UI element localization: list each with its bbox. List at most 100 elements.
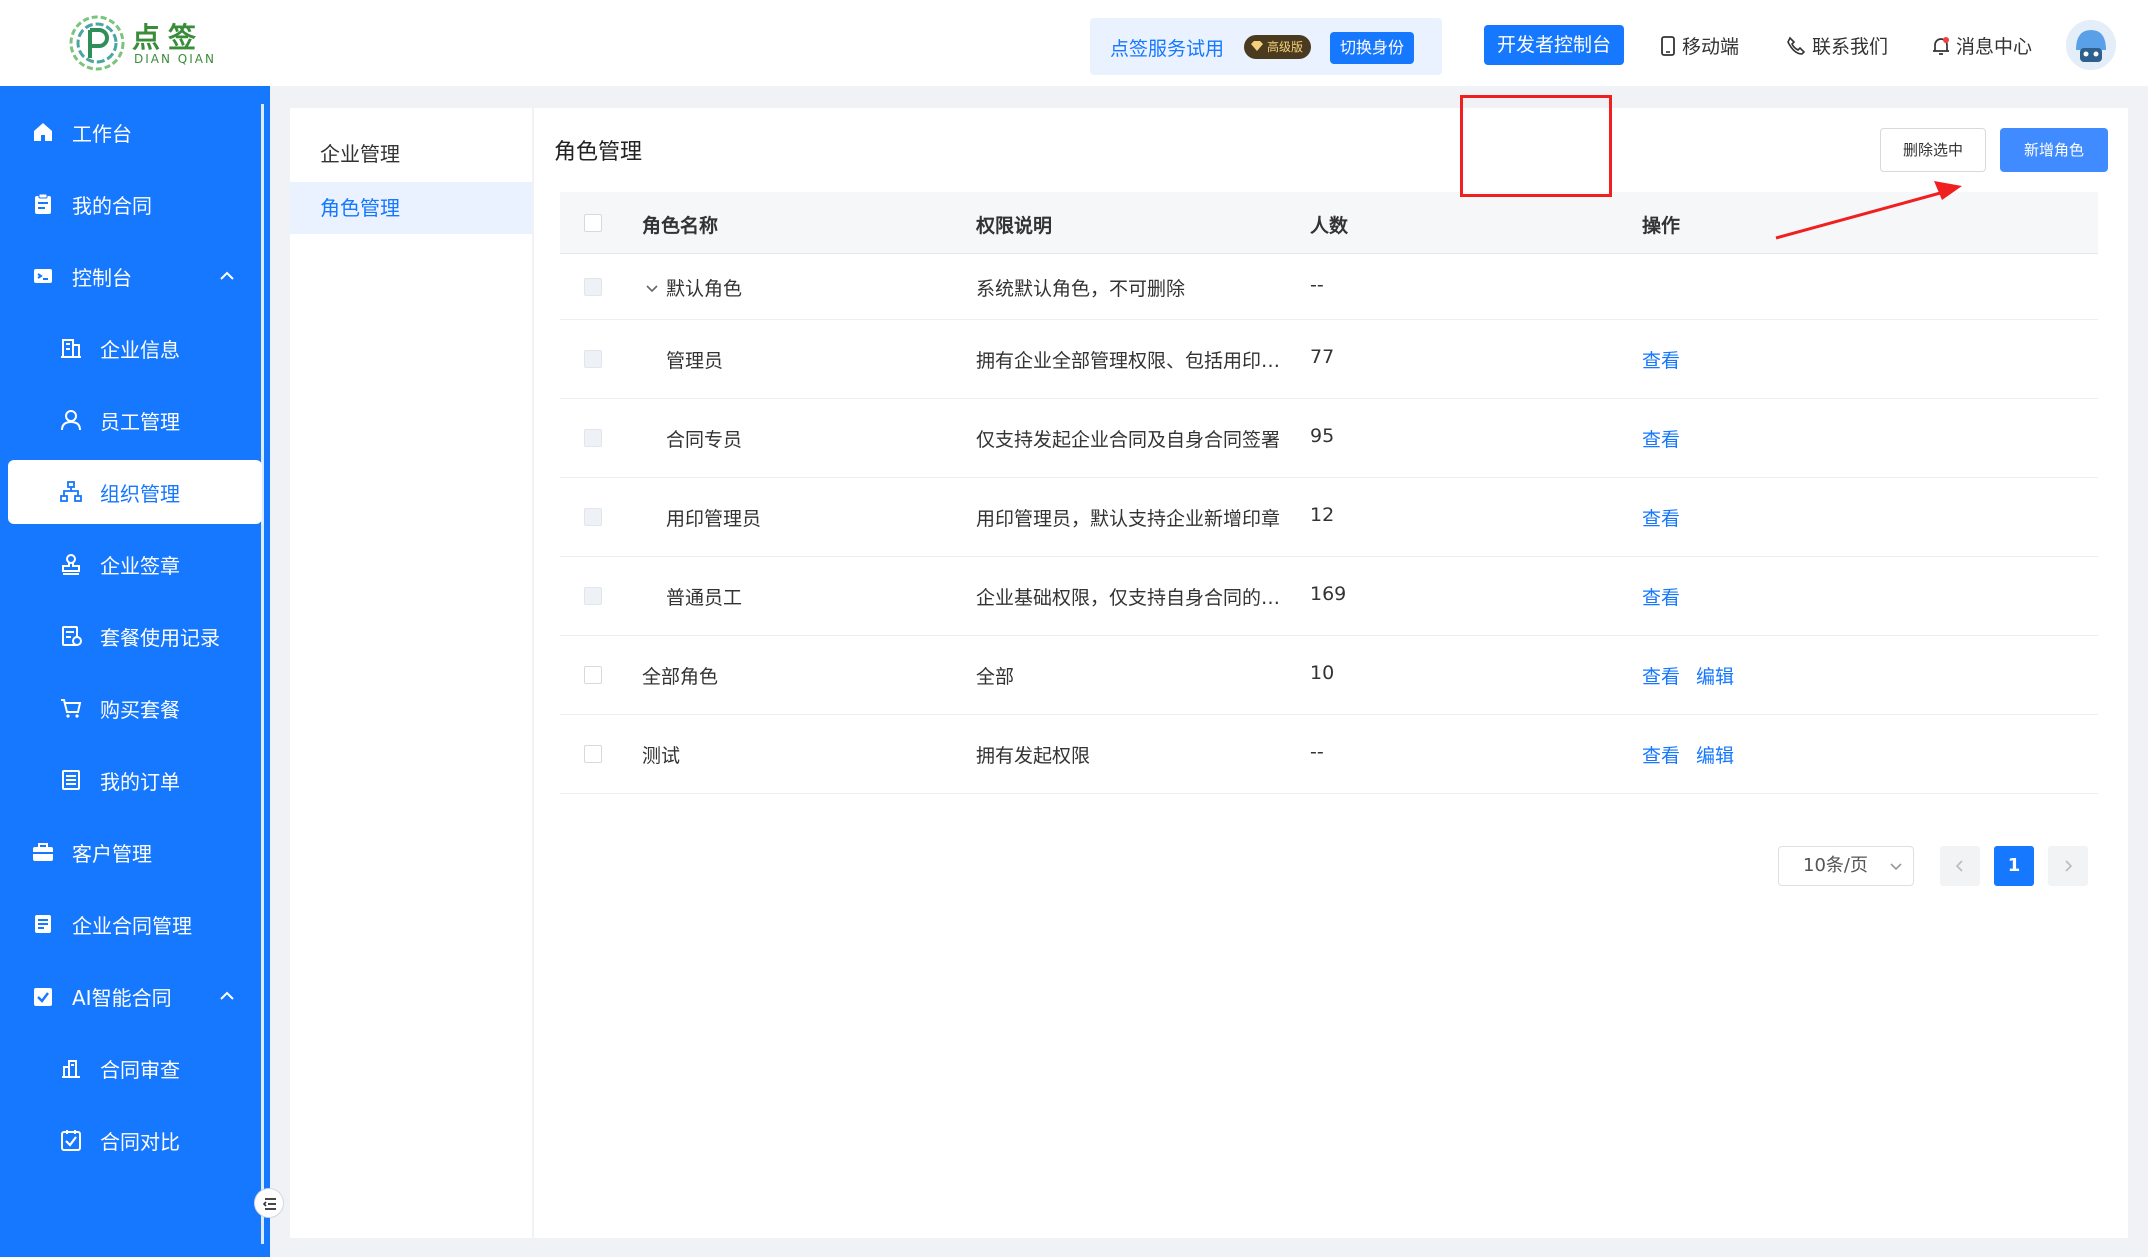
role-desc: 全部 — [976, 666, 1015, 688]
page-size-select[interactable]: 10条/页 — [1778, 846, 1914, 886]
view-link[interactable]: 查看 — [1642, 425, 1680, 452]
row-checkbox[interactable] — [584, 745, 602, 763]
row-checkbox — [584, 278, 602, 296]
view-link[interactable]: 查看 — [1642, 583, 1680, 610]
sidebar-item-usage-records[interactable]: 套餐使用记录 — [8, 604, 262, 668]
developer-console-button[interactable]: 开发者控制台 — [1484, 25, 1624, 65]
sidebar-item-company-info[interactable]: 企业信息 — [8, 316, 262, 380]
sidebar-item-label: 我的订单 — [100, 769, 180, 794]
table-row: 普通员工 企业基础权限，仅支持自身合同的签署 169 查看 — [560, 557, 2098, 636]
sidebar-item-ai-contract[interactable]: AI智能合同 — [8, 964, 262, 1028]
chevron-down-icon[interactable] — [644, 280, 660, 296]
switch-identity-button[interactable]: 切换身份 — [1330, 32, 1415, 64]
sidebar-item-label: 工作台 — [72, 121, 132, 146]
trial-link[interactable]: 点签服务试用 — [1110, 34, 1224, 61]
role-desc: 系统默认角色，不可删除 — [976, 278, 1186, 300]
org-icon — [60, 481, 82, 502]
phone-icon — [1787, 36, 1806, 55]
add-role-button[interactable]: 新增角色 — [2000, 128, 2108, 172]
view-link[interactable]: 查看 — [1642, 346, 1680, 373]
table-row: 用印管理员 用印管理员，默认支持企业新增印章 12 查看 — [560, 478, 2098, 557]
row-checkbox[interactable] — [584, 666, 602, 684]
chevron-right-icon — [2065, 860, 2073, 872]
edit-link[interactable]: 编辑 — [1696, 741, 1734, 768]
sidebar-item-label: 购买套餐 — [100, 697, 180, 722]
seal-icon — [62, 554, 80, 575]
role-desc: 用印管理员，默认支持企业新增印章 — [976, 508, 1281, 530]
sidebar-item-label: 控制台 — [72, 265, 132, 290]
delete-selected-button[interactable]: 删除选中 — [1880, 128, 1986, 172]
sidebar-item-workbench[interactable]: 工作台 — [8, 100, 262, 164]
submenu-enterprise[interactable]: 企业管理 — [290, 128, 532, 180]
sidebar-item-my-orders[interactable]: 我的订单 — [8, 748, 262, 812]
sidebar-item-contract-review[interactable]: 合同审查 — [8, 1036, 262, 1100]
brand-name-en: DIAN QIAN — [134, 52, 216, 66]
mobile-link[interactable]: 移动端 — [1660, 32, 1739, 59]
sidebar-item-buy-package[interactable]: 购买套餐 — [8, 676, 262, 740]
table-header: 角色名称 权限说明 人数 操作 — [560, 192, 2098, 254]
sidebar-item-customers[interactable]: 客户管理 — [8, 820, 262, 884]
row-checkbox — [584, 587, 602, 605]
next-page-button[interactable] — [2048, 846, 2088, 886]
logo-mark-icon — [69, 15, 125, 71]
submenu-roles[interactable]: 角色管理 — [290, 182, 532, 234]
page-number-current[interactable]: 1 — [1994, 846, 2034, 886]
brand-name: 点签 — [132, 21, 205, 54]
top-header: 点签 DIAN QIAN 点签服务试用 高级版 切换身份 开发者控制台 移动端 … — [0, 0, 2148, 86]
role-name: 用印管理员 — [666, 508, 762, 530]
review-icon — [62, 1060, 80, 1078]
sidebar-item-contract-compare[interactable]: 合同对比 — [8, 1108, 262, 1172]
role-name: 管理员 — [666, 350, 724, 372]
sidebar-item-label: 员工管理 — [100, 409, 180, 434]
view-link[interactable]: 查看 — [1642, 504, 1680, 531]
row-checkbox — [584, 350, 602, 368]
table-row: 默认角色 系统默认角色，不可删除 -- — [560, 254, 2098, 320]
sidebar-item-employees[interactable]: 员工管理 — [8, 388, 262, 452]
message-center-link[interactable]: 消息中心 — [1932, 32, 2032, 59]
table-row: 测试 拥有发起权限 -- 查看 编辑 — [560, 715, 2098, 794]
sidebar-item-label: 客户管理 — [72, 841, 152, 866]
diamond-icon — [1251, 41, 1263, 51]
sidebar-item-company-contracts[interactable]: 企业合同管理 — [8, 892, 262, 956]
select-all-checkbox[interactable] — [584, 214, 602, 232]
prev-page-button[interactable] — [1940, 846, 1980, 886]
sidebar-item-label: AI智能合同 — [72, 985, 172, 1010]
sidebar-item-label: 企业信息 — [100, 337, 180, 362]
user-avatar[interactable] — [2066, 20, 2116, 70]
sidebar-item-my-contracts[interactable]: 我的合同 — [8, 172, 262, 236]
chevron-up-icon[interactable] — [218, 987, 236, 1005]
sidebar-item-label: 组织管理 — [100, 481, 180, 506]
sidebar-item-label: 合同审查 — [100, 1057, 180, 1082]
premium-badge-label: 高级版 — [1267, 40, 1304, 54]
user-icon — [61, 410, 81, 431]
sidebar-item-label: 企业合同管理 — [72, 913, 192, 938]
view-link[interactable]: 查看 — [1642, 741, 1680, 768]
ai-check-icon — [34, 988, 52, 1006]
edit-link[interactable]: 编辑 — [1696, 662, 1734, 689]
table-row: 管理员 拥有企业全部管理权限、包括用印管理、合同管理 77 查看 — [560, 320, 2098, 399]
role-desc: 仅支持发起企业合同及自身合同签署 — [976, 429, 1281, 451]
brand-logo[interactable]: 点签 DIAN QIAN — [68, 14, 214, 74]
sidebar-item-company-seal[interactable]: 企业签章 — [8, 532, 262, 596]
console-icon — [34, 269, 52, 283]
annotation-highlight-box — [1460, 95, 1612, 197]
contact-link-label: 联系我们 — [1812, 36, 1889, 58]
premium-badge: 高级版 — [1244, 35, 1312, 59]
avatar-icon — [2066, 20, 2116, 70]
sidebar-item-organization[interactable]: 组织管理 — [8, 460, 262, 524]
column-header-actions: 操作 — [1642, 215, 1681, 237]
view-link[interactable]: 查看 — [1642, 662, 1680, 689]
role-name: 全部角色 — [642, 666, 719, 688]
sidebar-scrollbar[interactable] — [261, 104, 264, 1244]
compare-icon — [61, 1130, 81, 1151]
trial-banner: 点签服务试用 高级版 切换身份 — [1090, 18, 1442, 75]
chevron-up-icon[interactable] — [218, 267, 236, 285]
sidebar-item-console[interactable]: 控制台 — [8, 244, 262, 308]
column-header-count: 人数 — [1310, 215, 1349, 237]
page-title: 角色管理 — [554, 140, 643, 165]
row-checkbox — [584, 508, 602, 526]
sidebar-collapse-button[interactable] — [254, 1188, 284, 1218]
contract-icon — [35, 915, 51, 933]
contact-link[interactable]: 联系我们 — [1786, 32, 1888, 59]
role-count: 77 — [1310, 346, 1335, 368]
